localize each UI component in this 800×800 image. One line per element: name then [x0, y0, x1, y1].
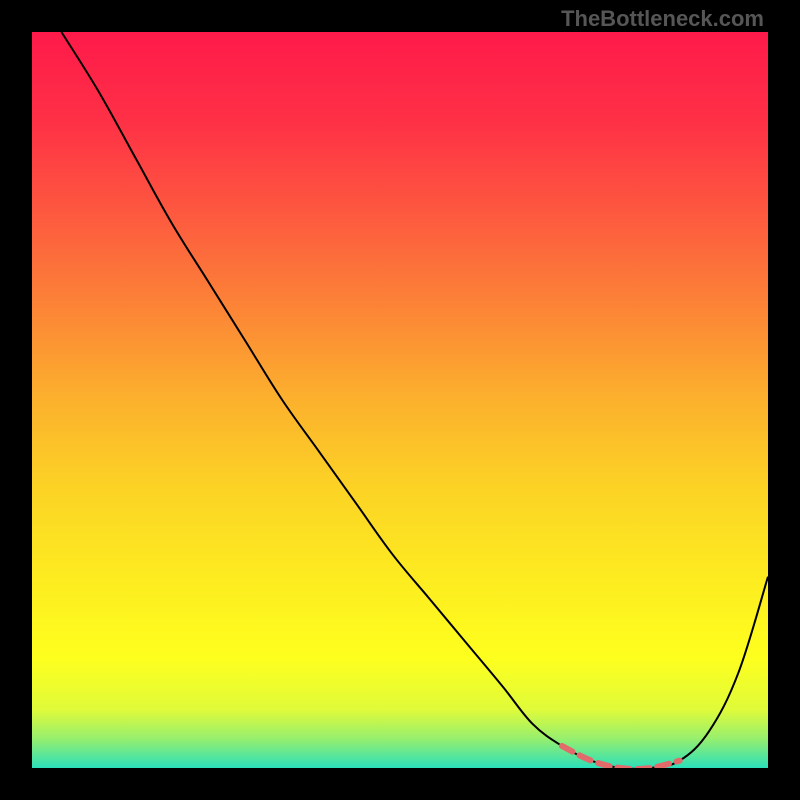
chart-frame — [32, 32, 768, 768]
watermark-label: TheBottleneck.com — [561, 6, 764, 32]
gradient-background — [32, 32, 768, 768]
chart-svg — [32, 32, 768, 768]
